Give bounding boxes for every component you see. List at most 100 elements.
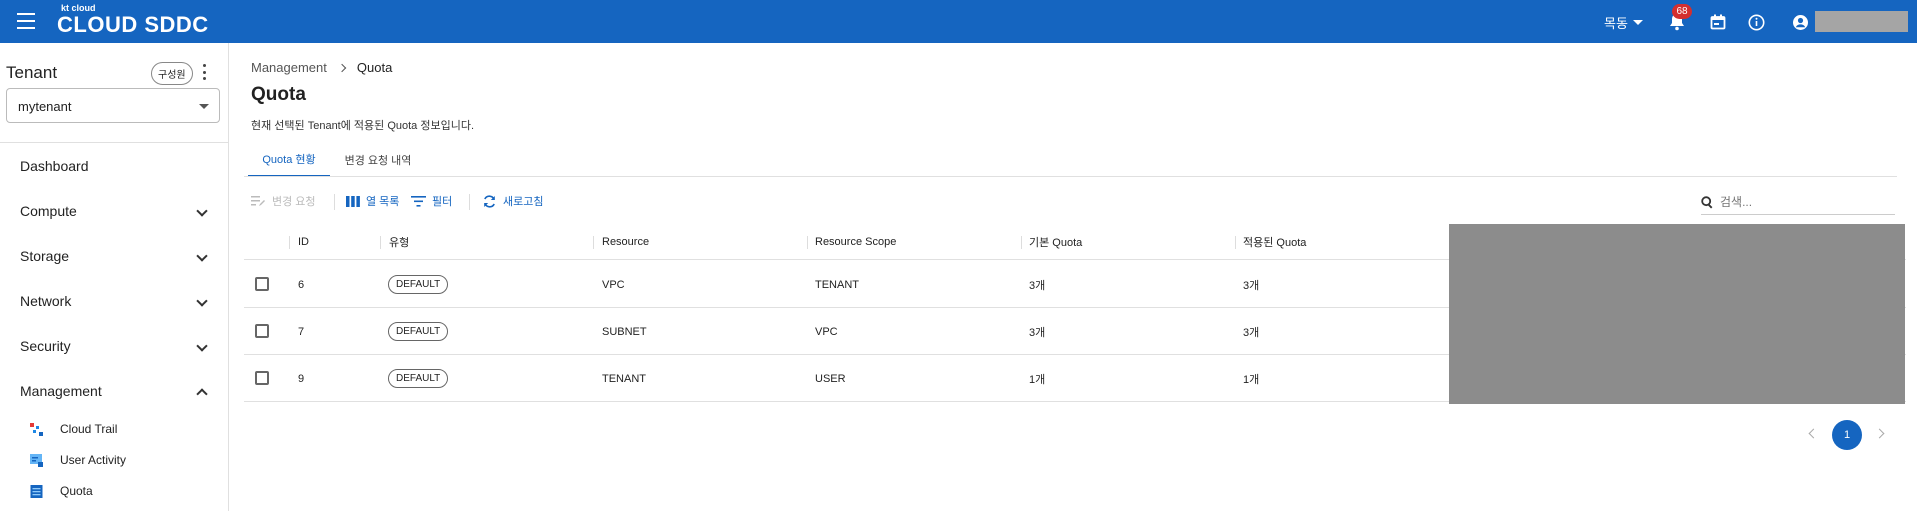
breadcrumb-current: Quota <box>356 60 393 75</box>
refresh-icon <box>484 194 495 208</box>
pagination-prev-icon[interactable] <box>1808 428 1818 438</box>
sidebar-item-quota[interactable]: Quota <box>0 478 228 504</box>
caret-down-icon <box>199 104 209 109</box>
info-icon <box>1748 14 1764 30</box>
sidebar-item-management[interactable]: Management <box>0 374 228 408</box>
columns-button[interactable]: 열 목록 <box>346 193 399 209</box>
sidebar-item-dashboard[interactable]: Dashboard <box>0 149 228 183</box>
cell-resource: SUBNET <box>602 325 647 338</box>
sidebar-item-compute[interactable]: Compute <box>0 194 228 228</box>
info-button[interactable] <box>1745 11 1767 33</box>
pagination-next-icon[interactable] <box>1874 428 1884 438</box>
breadcrumb-parent[interactable]: Management <box>251 60 327 75</box>
cell-base-quota: 1개 <box>1029 373 1046 386</box>
chevron-right-icon <box>337 63 347 72</box>
caret-down-icon <box>1632 20 1643 25</box>
cell-applied-quota: 3개 <box>1243 326 1260 339</box>
column-divider <box>807 236 808 249</box>
cell-resource: TENANT <box>602 372 646 385</box>
refresh-label: 새로고침 <box>503 196 544 208</box>
account-button[interactable] <box>1789 11 1811 33</box>
pagination-page-button[interactable]: 1 <box>1832 420 1862 450</box>
sidebar-item-network[interactable]: Network <box>0 284 228 318</box>
column-divider <box>593 236 594 249</box>
search-icon <box>1701 195 1713 208</box>
filter-button[interactable]: 필터 <box>411 193 452 209</box>
account-icon <box>1792 14 1808 30</box>
user-name-redacted[interactable] <box>1815 11 1908 32</box>
column-divider <box>1235 236 1236 249</box>
refresh-button[interactable]: 새로고침 <box>482 193 543 209</box>
chevron-down-icon <box>196 340 208 352</box>
sidebar-item-label: Management <box>20 383 102 399</box>
type-chip: DEFAULT <box>388 369 449 388</box>
user-activity-icon <box>30 454 43 467</box>
calendar-button[interactable] <box>1707 11 1729 33</box>
toolbar-divider <box>469 194 470 210</box>
column-header-resource[interactable]: Resource <box>602 224 649 260</box>
sidebar-item-label: Dashboard <box>20 158 89 174</box>
sidebar-item-label: Cloud Trail <box>60 422 118 436</box>
column-divider <box>289 236 290 249</box>
calendar-icon <box>1710 14 1726 30</box>
tabs-divider <box>244 176 1897 177</box>
sidebar-item-security[interactable]: Security <box>0 329 228 363</box>
cell-type: DEFAULT <box>388 308 449 355</box>
column-header-applied-quota[interactable]: 적용된 Quota <box>1243 224 1306 260</box>
change-request-button[interactable]: 변경 요청 <box>251 193 316 209</box>
logo-text: CLOUD SDDC <box>57 12 209 37</box>
search-box <box>1701 190 1895 215</box>
sidebar-item-storage[interactable]: Storage <box>0 239 228 273</box>
cell-resource-scope: VPC <box>815 325 838 338</box>
row-checkbox[interactable] <box>255 371 269 385</box>
chevron-up-icon <box>196 388 208 400</box>
cell-resource-scope: USER <box>815 372 846 385</box>
tenant-select[interactable]: mytenant <box>6 88 220 123</box>
redacted-region <box>1449 224 1905 404</box>
menu-icon[interactable] <box>17 13 35 29</box>
tenant-title: Tenant <box>6 63 58 82</box>
search-input[interactable] <box>1720 195 1880 209</box>
chevron-down-icon <box>196 205 208 217</box>
tab-change-requests[interactable]: 변경 요청 내역 <box>336 143 420 177</box>
quota-icon <box>30 485 43 498</box>
column-header-resource-scope[interactable]: Resource Scope <box>815 224 896 260</box>
sidebar-item-label: Quota <box>60 484 93 498</box>
members-button[interactable]: 구성원 <box>151 62 193 85</box>
row-checkbox[interactable] <box>255 277 269 291</box>
cell-id: 7 <box>298 325 305 338</box>
sidebar-item-label: Compute <box>20 203 77 219</box>
sidebar-item-cloud-trail[interactable]: Cloud Trail <box>0 416 228 442</box>
sidebar-item-label: Network <box>20 293 72 309</box>
cell-applied-quota: 3개 <box>1243 279 1260 292</box>
column-header-id[interactable]: ID <box>298 224 309 260</box>
columns-icon <box>346 195 360 207</box>
column-divider <box>380 236 381 249</box>
sidebar-divider <box>0 142 229 143</box>
tenant-select-value: mytenant <box>18 99 72 114</box>
sidebar-item-user-activity[interactable]: User Activity <box>0 447 228 473</box>
row-checkbox[interactable] <box>255 324 269 338</box>
sidebar: Tenant 구성원 mytenant Dashboard Compute St… <box>0 43 229 511</box>
edit-list-icon <box>251 196 265 206</box>
page-title: Quota <box>251 84 306 105</box>
column-header-base-quota[interactable]: 기본 Quota <box>1029 224 1082 260</box>
column-header-type[interactable]: 유형 <box>389 224 409 260</box>
cell-id: 6 <box>298 278 305 291</box>
filter-label: 필터 <box>432 196 453 208</box>
filter-icon <box>411 195 426 207</box>
cloud-trail-icon <box>30 423 43 436</box>
columns-label: 열 목록 <box>366 196 400 208</box>
breadcrumb: Management Quota <box>251 60 392 75</box>
language-selector[interactable]: 목동 <box>1604 13 1643 32</box>
type-chip: DEFAULT <box>388 322 449 341</box>
cell-type: DEFAULT <box>388 261 449 308</box>
type-chip: DEFAULT <box>388 275 449 294</box>
page-description: 현재 선택된 Tenant에 적용된 Quota 정보입니다. <box>251 120 475 132</box>
sidebar-item-label: Storage <box>20 248 70 264</box>
cell-base-quota: 3개 <box>1029 279 1046 292</box>
logo[interactable]: kt cloud CLOUD SDDC <box>57 4 209 36</box>
tab-quota-status[interactable]: Quota 현황 <box>248 143 330 177</box>
sidebar-item-label: User Activity <box>60 453 127 467</box>
more-vert-icon[interactable] <box>201 64 207 80</box>
